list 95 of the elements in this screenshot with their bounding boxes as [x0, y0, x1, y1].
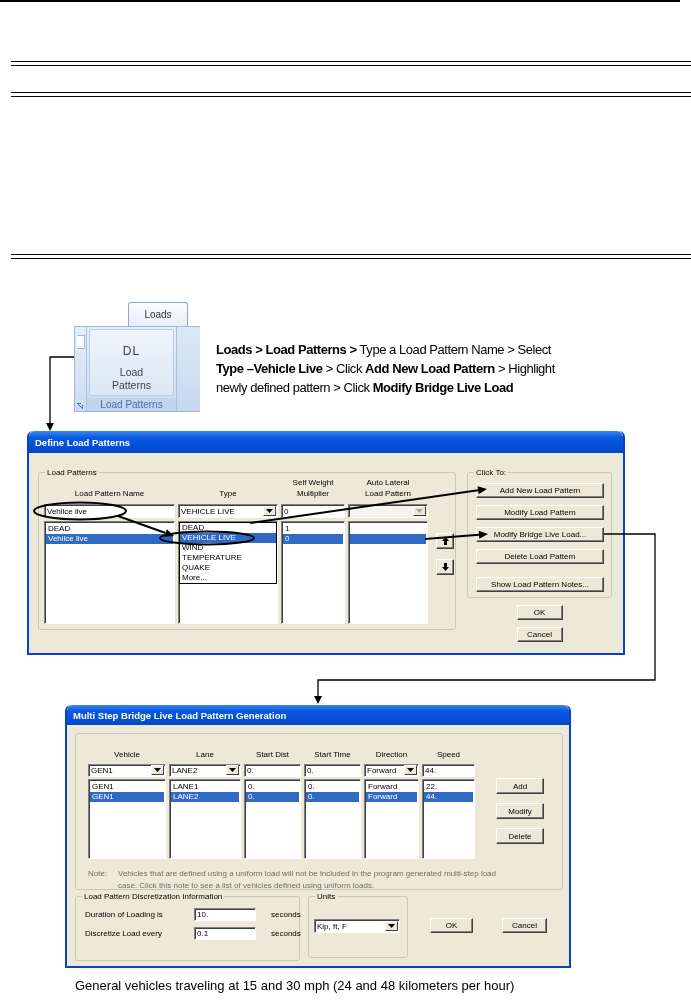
ok-button[interactable]: OK — [430, 918, 473, 933]
list-item[interactable]: 0 — [283, 534, 343, 544]
list-box[interactable]: 0. 0. — [244, 779, 301, 859]
ribbon-tab[interactable]: Loads — [128, 302, 188, 326]
text-field[interactable]: 44. — [422, 763, 475, 777]
column-header: Vehicle — [113, 749, 141, 761]
column-header: Start Time — [313, 749, 352, 761]
list-item[interactable]: 1 — [283, 524, 343, 534]
dropdown-option[interactable]: TEMPERATURE — [180, 553, 276, 563]
caret-icon — [416, 509, 423, 513]
window-title: Define Load Patterns — [35, 436, 131, 448]
list-box[interactable]: 0. 0. — [304, 779, 361, 859]
text-field[interactable]: 10. — [194, 908, 256, 921]
action-button[interactable]: Modify Load Pattern — [476, 505, 604, 520]
column-header: Lane — [195, 749, 215, 761]
units-dropdown[interactable]: Kip, ft, F — [314, 919, 400, 933]
dropdown-option[interactable]: More... — [180, 573, 276, 583]
move-down-button[interactable] — [436, 559, 454, 575]
caret-icon — [266, 509, 273, 513]
list-box[interactable]: DEAD VEHICLE LIVE WIND TEMPERATURE QUAKE More... — [178, 521, 278, 624]
column-header: Load Pattern Name — [73, 488, 146, 500]
list-item[interactable]: Vehilce live — [46, 534, 173, 544]
unit-label: seconds — [271, 910, 301, 919]
load-patterns-button[interactable]: DL Load Patterns — [89, 329, 174, 396]
list-box[interactable]: LANE1 LANE2 — [169, 779, 241, 859]
column-header: Direction — [374, 749, 409, 761]
text-field[interactable]: 0.1 — [194, 927, 256, 940]
column-header: Start Dist — [255, 749, 290, 761]
column-header: Speed — [435, 749, 462, 761]
column-header: Self Weight Multiplier — [291, 477, 335, 500]
list-box[interactable]: 22. 44. — [422, 779, 475, 859]
annotation-arrow — [117, 515, 174, 537]
action-button[interactable]: Delete — [496, 828, 544, 844]
launcher-icon — [77, 403, 83, 409]
up-arrow-icon — [441, 537, 449, 545]
list-item[interactable]: 0. — [306, 782, 359, 792]
dropdown[interactable]: VEHICLE LIVE — [178, 504, 278, 518]
list-item[interactable]: GEN1 — [90, 782, 164, 792]
field-label: Duration of Loading is — [85, 910, 164, 919]
ok-button[interactable]: OK — [516, 605, 563, 620]
dropdown-option[interactable]: DEAD — [180, 523, 276, 533]
dropdown[interactable]: Forward — [364, 763, 419, 777]
note-text[interactable]: Vehicles that are defined using a uniform load will not be included in the program generated multi-step load case. Click this note to see a list of vehicles defined using uniform loads. — [118, 868, 503, 892]
dropdown-option[interactable]: VEHICLE LIVE — [180, 533, 276, 543]
group-title: Click To: — [474, 467, 509, 478]
column-header: Auto Lateral Load Pattern — [364, 477, 412, 500]
column-header: Type — [218, 488, 238, 500]
list-item[interactable]: 0. — [246, 792, 299, 802]
figure-caption: General vehicles traveling at 15 and 30 mph (24 and 48 kilometers per hour) — [75, 978, 516, 993]
dropdown[interactable]: GEN1 — [88, 763, 166, 777]
action-button[interactable]: Modify Bridge Live Load... — [476, 527, 604, 542]
dropdown[interactable]: LANE2 — [169, 763, 241, 777]
list-item[interactable]: LANE1 — [171, 782, 239, 792]
list-item[interactable]: 0. — [246, 782, 299, 792]
list-item[interactable]: LANE2 — [171, 792, 239, 802]
action-button[interactable]: Add New Load Pattern — [476, 483, 604, 498]
caret-icon — [154, 768, 161, 772]
action-button[interactable]: Modify — [496, 803, 544, 819]
cancel-button[interactable]: Cancel — [516, 627, 563, 642]
note-label: Note: — [88, 868, 109, 880]
list-box[interactable] — [348, 521, 428, 624]
list-item[interactable]: 22. — [424, 782, 473, 792]
text-field[interactable]: 0. — [304, 763, 361, 777]
list-box[interactable]: GEN1 GEN1 — [88, 779, 166, 859]
dropdown-option[interactable]: WIND — [180, 543, 276, 553]
group-title: Load Pattern Discretization Information — [82, 891, 225, 902]
down-arrow-icon — [441, 563, 449, 571]
action-button[interactable]: Add — [496, 778, 544, 794]
ribbon-group-label: Load Patterns — [87, 398, 176, 411]
dropdown-option[interactable]: QUAKE — [180, 563, 276, 573]
window-title: Multi Step Bridge Live Load Pattern Generation — [73, 709, 287, 721]
group-title: Units — [315, 891, 338, 902]
instruction-text: Loads > Load Patterns > Type a Load Pattern Name > Select Type –Vehicle Live > Click Add New Load Pattern > Highlight newly defined pattern > Click Modify Bridge Live Load — [216, 341, 557, 397]
list-item[interactable]: GEN1 — [90, 792, 164, 802]
list-item[interactable]: Forward — [366, 782, 417, 792]
cancel-button[interactable]: Cancel — [502, 918, 547, 933]
field-label: Discretize Load every — [85, 929, 163, 938]
list-item[interactable]: DEAD — [46, 524, 173, 534]
annotation-arrow — [424, 530, 488, 540]
unit-label: seconds — [271, 929, 301, 938]
dropdown-list[interactable]: DEAD VEHICLE LIVE WIND TEMPERATURE QUAKE More... — [179, 522, 277, 584]
list-box[interactable]: DEAD Vehilce live — [44, 521, 175, 624]
list-box[interactable]: 1 0 — [281, 521, 345, 624]
text-field[interactable]: 0. — [244, 763, 301, 777]
caret-icon — [407, 768, 414, 772]
action-button[interactable]: Delete Load Pattern — [476, 549, 604, 564]
caret-icon — [388, 924, 395, 928]
group-title: Load Patterns — [45, 467, 99, 478]
caret-icon — [229, 768, 236, 772]
list-item[interactable]: 0. — [306, 792, 359, 802]
list-item[interactable]: Forward — [366, 792, 417, 802]
list-item[interactable]: 44. — [424, 792, 473, 802]
text-field[interactable]: Vehilce live — [44, 504, 175, 518]
action-button[interactable]: Show Load Pattern Notes... — [476, 577, 604, 592]
list-box[interactable]: Forward Forward — [364, 779, 419, 859]
